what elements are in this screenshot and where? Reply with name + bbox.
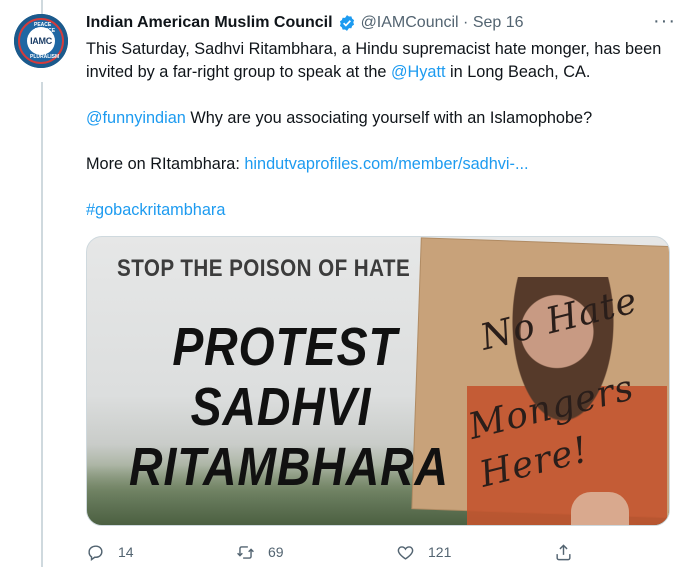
reply-count: 14 <box>118 544 134 560</box>
tweet-text-part: in Long Beach, CA. <box>445 63 591 81</box>
like-count: 121 <box>428 544 452 560</box>
tweet-text-part: Why are you associating yourself with an… <box>185 109 593 127</box>
mention-hyatt[interactable]: @Hyatt <box>391 63 446 81</box>
retweet-count: 69 <box>268 544 284 560</box>
profile-link[interactable]: hindutvaprofiles.com/member/sadhvi-... <box>244 155 528 173</box>
reply-icon <box>88 544 103 561</box>
protest-line-1: PROTEST <box>172 317 398 377</box>
stop-poison-text: STOP THE POISON OF HATE <box>117 255 411 282</box>
avatar[interactable]: PEACE JUSTICE IAMC PLURALISM <box>14 14 68 68</box>
tweet-paragraph-4: #gobackritambhara <box>86 199 676 222</box>
retweet-icon <box>237 545 254 559</box>
tweet-text-part: More on RItambhara: <box>86 155 245 173</box>
author-handle-date[interactable]: @IAMCouncil · Sep 16 <box>361 14 524 32</box>
share-button[interactable] <box>554 543 573 562</box>
thread-line <box>41 82 43 567</box>
reply-button[interactable]: 14 <box>86 543 134 562</box>
avatar-ring-bottom-text: PLURALISM <box>30 54 60 60</box>
tweet-actions: 14 69 121 <box>86 540 586 564</box>
hand <box>571 492 629 525</box>
heart-icon <box>397 545 414 560</box>
tweet-media-image[interactable]: No Hate Mongers Here! STOP THE POISON OF… <box>86 236 670 526</box>
retweet-button[interactable]: 69 <box>236 543 284 562</box>
tweet-text: This Saturday, Sadhvi Ritambhara, a Hind… <box>86 38 676 245</box>
share-icon <box>556 543 571 560</box>
more-options-icon[interactable]: ··· <box>653 10 676 33</box>
tweet-paragraph-2: @funnyindian Why are you associating you… <box>86 107 676 130</box>
protest-line-3: RITAMBHARA <box>129 437 449 497</box>
tweet-paragraph-1: This Saturday, Sadhvi Ritambhara, a Hind… <box>86 38 676 84</box>
author-name[interactable]: Indian American Muslim Council <box>86 14 333 32</box>
like-button[interactable]: 121 <box>396 543 451 562</box>
tweet-paragraph-3: More on RItambhara: hindutvaprofiles.com… <box>86 153 676 176</box>
avatar-logo: PEACE JUSTICE IAMC PLURALISM <box>18 18 64 64</box>
mention-funnyindian[interactable]: @funnyindian <box>86 109 186 127</box>
protest-line-2: SADHVI <box>190 377 372 437</box>
tweet-header: Indian American Muslim Council @IAMCounc… <box>86 10 676 34</box>
avatar-ring-top-text: PEACE JUSTICE <box>34 22 56 34</box>
hashtag-link[interactable]: #gobackritambhara <box>86 201 225 219</box>
verified-badge-icon <box>339 15 354 31</box>
